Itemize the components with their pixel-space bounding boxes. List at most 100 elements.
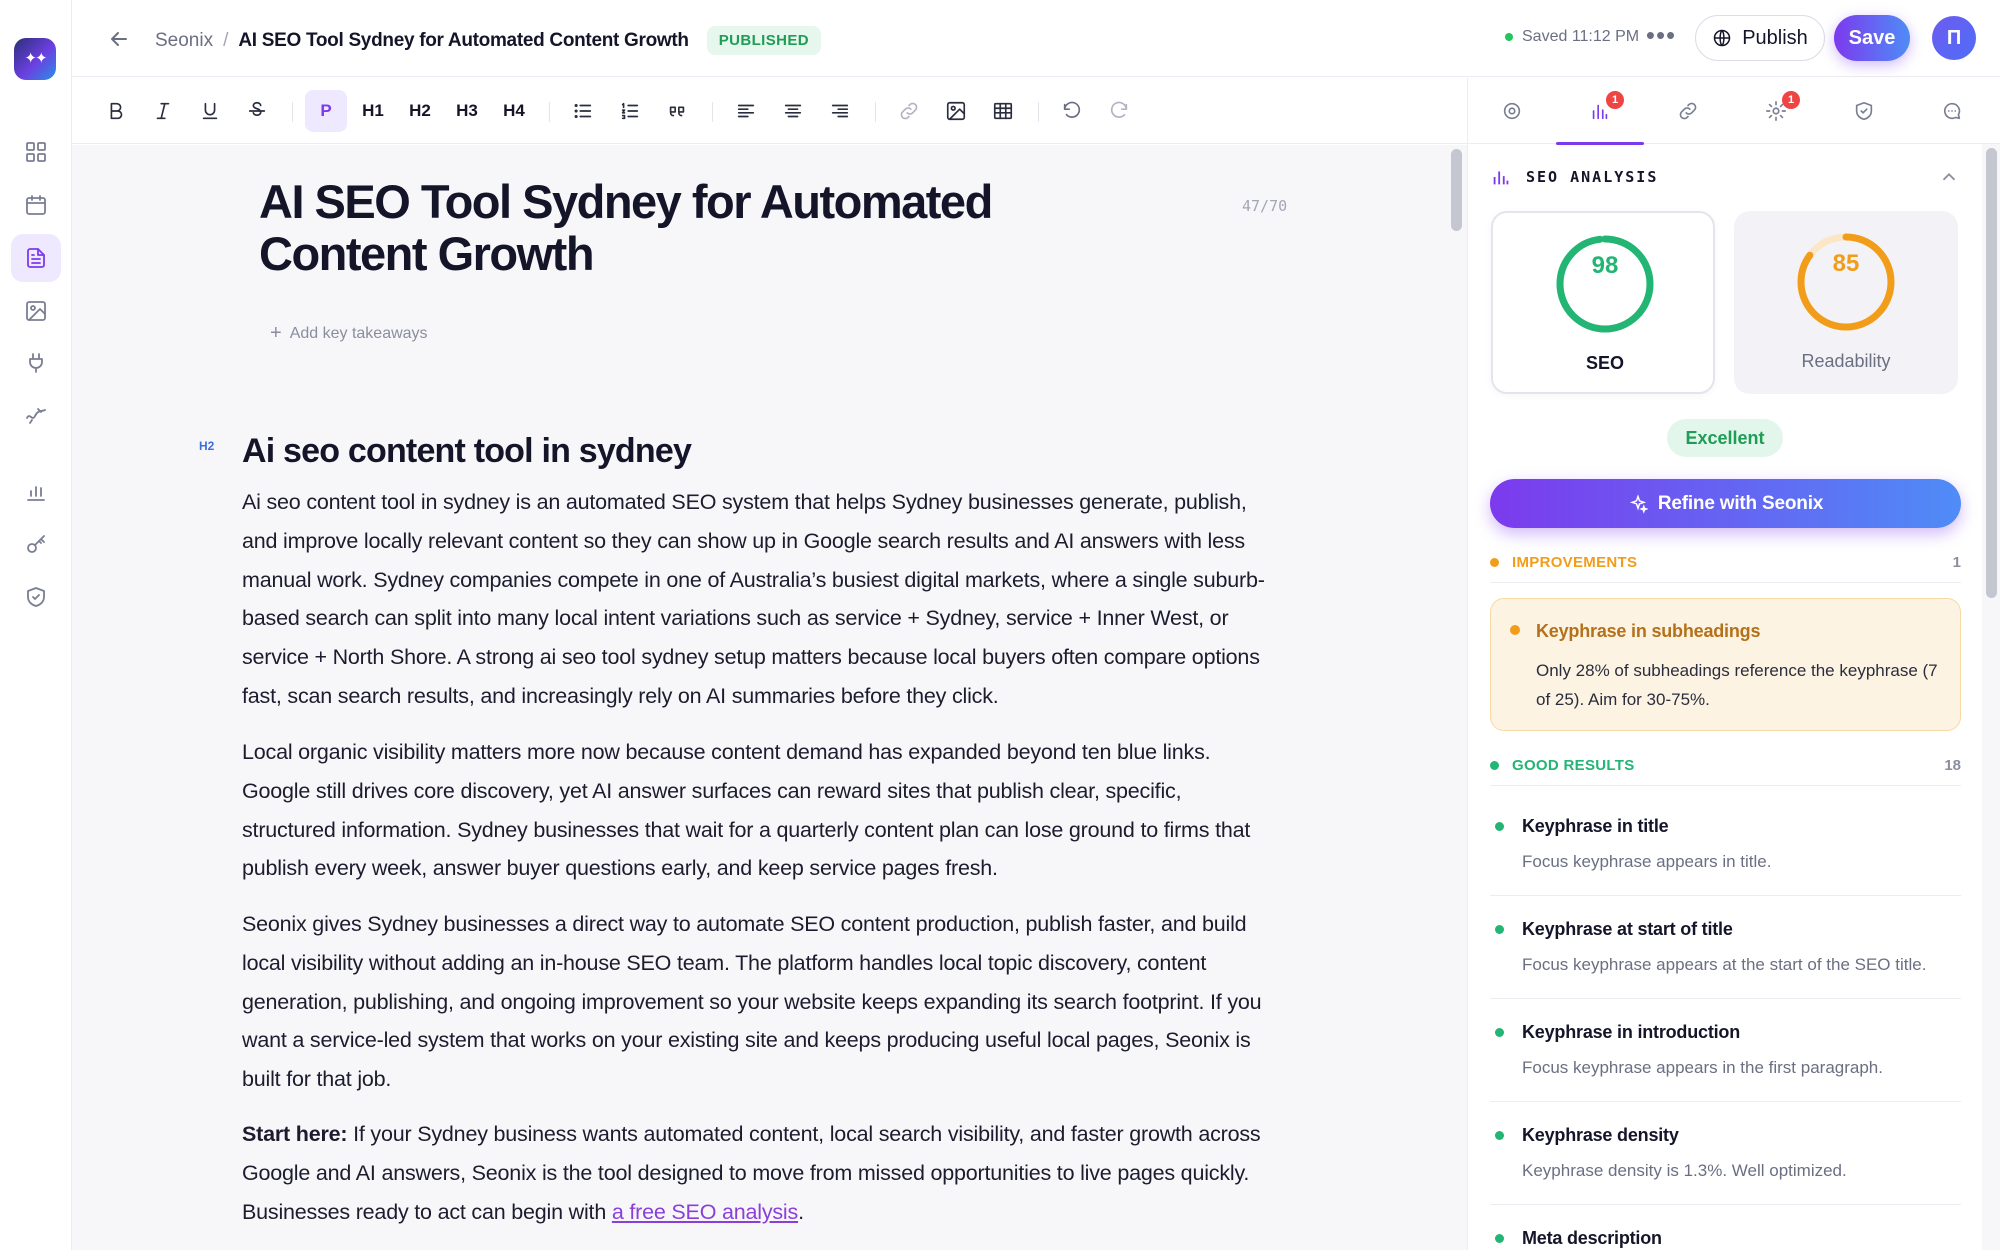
chevron-up-icon[interactable] — [1938, 166, 1960, 188]
result-item[interactable]: Keyphrase density Keyphrase density is 1… — [1490, 1103, 1961, 1205]
align-left-icon[interactable] — [725, 90, 767, 132]
numbered-list-icon[interactable] — [609, 90, 651, 132]
panel-scroll-thumb[interactable] — [1986, 148, 1997, 598]
image-icon[interactable] — [11, 287, 61, 335]
result-title: Meta description — [1522, 1228, 1662, 1248]
shield-icon[interactable] — [11, 573, 61, 621]
bold-icon[interactable] — [95, 90, 137, 132]
add-takeaways-label: Add key takeaways — [289, 324, 428, 342]
settings-tab[interactable]: 1 — [1732, 78, 1820, 144]
good-results-header[interactable]: GOOD RESULTS 18 — [1490, 746, 1961, 786]
improvements-dot-icon — [1490, 558, 1499, 567]
result-item[interactable]: Meta description — [1490, 1206, 1961, 1250]
seo-analysis-tab[interactable]: 1 — [1556, 78, 1644, 145]
result-item[interactable]: Keyphrase in introduction Focus keyphras… — [1490, 1000, 1961, 1102]
cta-paragraph[interactable]: Start here: If your Sydney business want… — [242, 1115, 1277, 1231]
seo-analysis-icon — [1493, 171, 1509, 185]
refine-label: Refine with Seonix — [1657, 492, 1824, 514]
improvement-item[interactable]: Keyphrase in subheadings Only 28% of sub… — [1490, 598, 1961, 731]
underline-icon[interactable] — [189, 90, 231, 132]
status-badge: PUBLISHED — [706, 26, 822, 55]
seo-panel: 1 1 SEO ANALYSIS 98 SEO 85 Readability E… — [1467, 78, 2000, 1250]
strikethrough-icon[interactable] — [236, 90, 278, 132]
bar-chart-icon[interactable] — [11, 468, 61, 516]
document-title[interactable]: AI SEO Tool Sydney for Automated Content… — [259, 176, 1119, 280]
shield-check-icon[interactable] — [1820, 78, 1908, 144]
back-arrow-icon[interactable] — [102, 22, 136, 56]
seo-score-card[interactable]: 98 SEO — [1491, 211, 1715, 394]
h4-button[interactable]: H4 — [493, 90, 535, 132]
save-status: Saved 11:12 PM — [1505, 28, 1639, 46]
comment-icon[interactable] — [1908, 78, 1996, 144]
panel-scrollbar[interactable] — [1982, 144, 2000, 1250]
h1-button[interactable]: H1 — [352, 90, 394, 132]
target-icon[interactable] — [1468, 78, 1556, 144]
h2-button[interactable]: H2 — [399, 90, 441, 132]
improvements-label: IMPROVEMENTS — [1512, 554, 1638, 571]
rating-badge: Excellent — [1667, 419, 1783, 457]
panel-tabs: 1 1 — [1468, 78, 2000, 145]
insert-image-icon[interactable] — [935, 90, 977, 132]
settings-tab-badge: 1 — [1782, 91, 1800, 109]
more-options-icon[interactable]: ••• — [1644, 22, 1678, 56]
publish-label: Publish — [1742, 26, 1808, 49]
editor-canvas[interactable]: AI SEO Tool Sydney for Automated Content… — [72, 145, 1447, 1250]
key-icon[interactable] — [11, 521, 61, 569]
table-icon[interactable] — [982, 90, 1024, 132]
check-dot-icon — [1495, 1234, 1504, 1243]
sparkle-icon — [1629, 493, 1648, 514]
redo-icon[interactable] — [1098, 90, 1140, 132]
paragraph-button[interactable]: P — [305, 90, 347, 132]
breadcrumb-root[interactable]: Seonix — [155, 30, 213, 52]
saved-text: Saved 11:12 PM — [1522, 28, 1640, 45]
section-heading[interactable]: Ai seo content tool in sydney — [242, 432, 692, 471]
seo-score-value: 98 — [1591, 252, 1619, 279]
avatar[interactable]: П — [1932, 16, 1976, 60]
improvements-count: 1 — [1952, 554, 1961, 571]
check-dot-icon — [1495, 1028, 1504, 1037]
add-takeaways-button[interactable]: + Add key takeaways — [270, 322, 428, 345]
good-results-count: 18 — [1944, 757, 1961, 774]
paragraph[interactable]: Seonix gives Sydney businesses a direct … — [242, 905, 1277, 1099]
editor-scrollbar[interactable] — [1447, 145, 1467, 1250]
free-seo-analysis-link[interactable]: a free SEO analysis — [612, 1200, 798, 1224]
plug-icon[interactable] — [11, 339, 61, 387]
save-button[interactable]: Save — [1834, 15, 1910, 61]
publish-button[interactable]: Publish — [1695, 15, 1825, 61]
heading-level-tag: H2 — [199, 439, 215, 453]
editor-scroll-thumb[interactable] — [1451, 149, 1462, 231]
paragraph[interactable]: Ai seo content tool in sydney is an auto… — [242, 483, 1277, 716]
readability-score-card[interactable]: 85 Readability — [1734, 211, 1958, 394]
seo-analysis-title: SEO ANALYSIS — [1526, 168, 1659, 186]
link-icon[interactable] — [1644, 78, 1732, 144]
align-right-icon[interactable] — [819, 90, 861, 132]
check-dot-icon — [1495, 925, 1504, 934]
plus-icon: + — [270, 322, 282, 344]
document-icon[interactable] — [11, 234, 61, 282]
breadcrumb: Seonix / AI SEO Tool Sydney for Automate… — [155, 26, 822, 55]
result-title: Keyphrase density — [1522, 1125, 1679, 1145]
link-icon[interactable] — [888, 90, 930, 132]
dashboard-icon[interactable] — [11, 128, 61, 176]
saved-dot-icon — [1505, 33, 1513, 41]
undo-icon[interactable] — [1051, 90, 1093, 132]
calendar-icon[interactable] — [11, 181, 61, 229]
good-results-label: GOOD RESULTS — [1512, 757, 1635, 774]
result-item[interactable]: Keyphrase at start of title Focus keyphr… — [1490, 897, 1961, 999]
cta-end: . — [798, 1199, 804, 1224]
h3-button[interactable]: H3 — [446, 90, 488, 132]
breadcrumb-separator: / — [223, 29, 229, 51]
readability-score-gauge — [1797, 233, 1895, 331]
paragraph[interactable]: Local organic visibility matters more no… — [242, 733, 1277, 888]
app-logo[interactable]: ✦✦ — [14, 38, 56, 80]
result-title: Keyphrase at start of title — [1522, 919, 1733, 939]
refine-button[interactable]: Refine with Seonix — [1490, 479, 1961, 528]
quote-icon[interactable] — [656, 90, 698, 132]
improvements-header[interactable]: IMPROVEMENTS 1 — [1490, 543, 1961, 583]
result-item[interactable]: Keyphrase in title Focus keyphrase appea… — [1490, 794, 1961, 896]
align-center-icon[interactable] — [772, 90, 814, 132]
sparkline-icon[interactable] — [11, 392, 61, 440]
readability-score-value: 85 — [1832, 250, 1860, 277]
italic-icon[interactable] — [142, 90, 184, 132]
bullet-list-icon[interactable] — [562, 90, 604, 132]
